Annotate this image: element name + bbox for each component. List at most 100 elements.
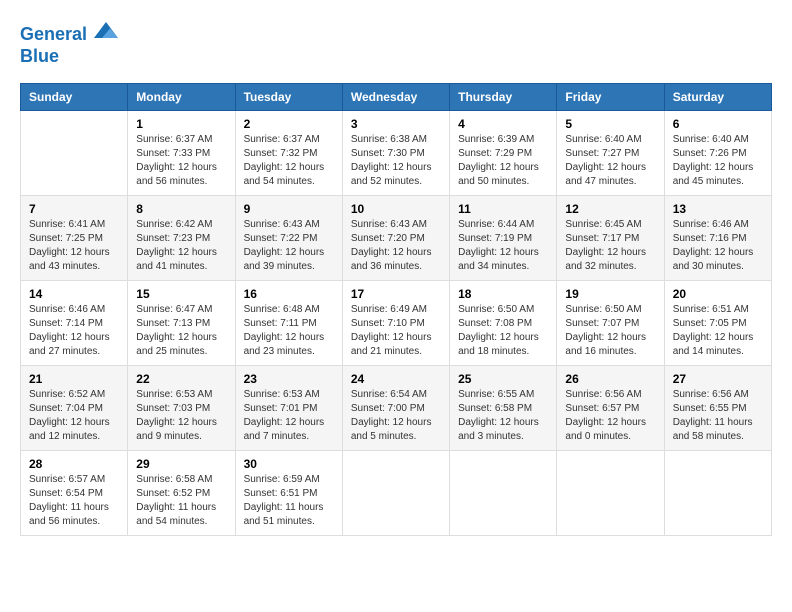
day-info: Sunrise: 6:45 AMSunset: 7:17 PMDaylight:… [565,218,655,274]
day-info: Sunrise: 6:37 AMSunset: 7:32 PMDaylight:… [244,133,334,189]
calendar-cell: 19 Sunrise: 6:50 AMSunset: 7:07 PMDayligh… [557,281,664,366]
day-info: Sunrise: 6:56 AMSunset: 6:55 PMDaylight:… [673,388,763,444]
calendar-cell: 4 Sunrise: 6:39 AMSunset: 7:29 PMDaylight… [450,111,557,196]
day-number: 10 [351,202,441,216]
day-number: 9 [244,202,334,216]
day-info: Sunrise: 6:44 AMSunset: 7:19 PMDaylight:… [458,218,548,274]
week-row-3: 14 Sunrise: 6:46 AMSunset: 7:14 PMDayligh… [21,281,772,366]
calendar-cell: 18 Sunrise: 6:50 AMSunset: 7:08 PMDayligh… [450,281,557,366]
day-number: 25 [458,372,548,386]
day-number: 21 [29,372,119,386]
day-number: 15 [136,287,226,301]
day-info: Sunrise: 6:58 AMSunset: 6:52 PMDaylight:… [136,473,226,529]
calendar-body: 1 Sunrise: 6:37 AMSunset: 7:33 PMDaylight… [21,111,772,536]
calendar-cell [342,451,449,536]
calendar-cell: 8 Sunrise: 6:42 AMSunset: 7:23 PMDaylight… [128,196,235,281]
weekday-header-sunday: Sunday [21,84,128,111]
logo: General Blue [20,20,118,67]
day-number: 28 [29,457,119,471]
day-info: Sunrise: 6:49 AMSunset: 7:10 PMDaylight:… [351,303,441,359]
day-number: 17 [351,287,441,301]
weekday-header-row: SundayMondayTuesdayWednesdayThursdayFrid… [21,84,772,111]
day-info: Sunrise: 6:40 AMSunset: 7:26 PMDaylight:… [673,133,763,189]
calendar-cell: 20Sunrise: 6:51 AMSunset: 7:05 PMDayligh… [664,281,771,366]
day-number: 11 [458,202,548,216]
day-info: Sunrise: 6:43 AMSunset: 7:22 PMDaylight:… [244,218,334,274]
calendar-cell [450,451,557,536]
day-info: Sunrise: 6:50 AMSunset: 7:07 PMDaylight:… [565,303,655,359]
calendar-cell: 10Sunrise: 6:43 AMSunset: 7:20 PMDayligh… [342,196,449,281]
day-info: Sunrise: 6:42 AMSunset: 7:23 PMDaylight:… [136,218,226,274]
logo-general: General [20,24,87,44]
day-number: 27 [673,372,763,386]
day-number: 18 [458,287,548,301]
calendar-cell: 30 Sunrise: 6:59 AMSunset: 6:51 PMDayligh… [235,451,342,536]
day-info: Sunrise: 6:50 AMSunset: 7:08 PMDaylight:… [458,303,548,359]
day-number: 30 [244,457,334,471]
calendar-cell: 2Sunrise: 6:37 AMSunset: 7:32 PMDaylight… [235,111,342,196]
day-number: 16 [244,287,334,301]
calendar-cell: 16 Sunrise: 6:48 AMSunset: 7:11 PMDayligh… [235,281,342,366]
calendar-cell [664,451,771,536]
day-info: Sunrise: 6:59 AMSunset: 6:51 PMDaylight:… [244,473,334,529]
header: General Blue [20,20,772,67]
day-info: Sunrise: 6:51 AMSunset: 7:05 PMDaylight:… [673,303,763,359]
calendar-cell: 24Sunrise: 6:54 AMSunset: 7:00 PMDayligh… [342,366,449,451]
weekday-header-wednesday: Wednesday [342,84,449,111]
calendar-cell: 12Sunrise: 6:45 AMSunset: 7:17 PMDayligh… [557,196,664,281]
logo-blue: Blue [20,46,59,66]
calendar-table: SundayMondayTuesdayWednesdayThursdayFrid… [20,83,772,536]
weekday-header-tuesday: Tuesday [235,84,342,111]
day-info: Sunrise: 6:53 AMSunset: 7:03 PMDaylight:… [136,388,226,444]
logo-icon [94,20,118,40]
day-number: 4 [458,117,548,131]
calendar-cell [21,111,128,196]
day-info: Sunrise: 6:54 AMSunset: 7:00 PMDaylight:… [351,388,441,444]
day-number: 7 [29,202,119,216]
calendar-cell: 17 Sunrise: 6:49 AMSunset: 7:10 PMDayligh… [342,281,449,366]
calendar-cell: 29 Sunrise: 6:58 AMSunset: 6:52 PMDayligh… [128,451,235,536]
calendar-cell: 23 Sunrise: 6:53 AMSunset: 7:01 PMDayligh… [235,366,342,451]
calendar-cell: 28 Sunrise: 6:57 AMSunset: 6:54 PMDayligh… [21,451,128,536]
day-number: 19 [565,287,655,301]
day-number: 3 [351,117,441,131]
day-number: 13 [673,202,763,216]
day-info: Sunrise: 6:46 AMSunset: 7:14 PMDaylight:… [29,303,119,359]
logo-text: General Blue [20,20,118,67]
day-number: 29 [136,457,226,471]
day-info: Sunrise: 6:37 AMSunset: 7:33 PMDaylight:… [136,133,226,189]
day-info: Sunrise: 6:53 AMSunset: 7:01 PMDaylight:… [244,388,334,444]
day-info: Sunrise: 6:48 AMSunset: 7:11 PMDaylight:… [244,303,334,359]
day-info: Sunrise: 6:52 AMSunset: 7:04 PMDaylight:… [29,388,119,444]
calendar-cell: 9 Sunrise: 6:43 AMSunset: 7:22 PMDaylight… [235,196,342,281]
week-row-2: 7 Sunrise: 6:41 AMSunset: 7:25 PMDaylight… [21,196,772,281]
calendar-cell: 3 Sunrise: 6:38 AMSunset: 7:30 PMDaylight… [342,111,449,196]
day-number: 14 [29,287,119,301]
weekday-header-monday: Monday [128,84,235,111]
calendar-cell: 21 Sunrise: 6:52 AMSunset: 7:04 PMDayligh… [21,366,128,451]
day-number: 22 [136,372,226,386]
calendar-cell: 22 Sunrise: 6:53 AMSunset: 7:03 PMDayligh… [128,366,235,451]
day-number: 23 [244,372,334,386]
calendar-cell: 11 Sunrise: 6:44 AMSunset: 7:19 PMDayligh… [450,196,557,281]
day-info: Sunrise: 6:55 AMSunset: 6:58 PMDaylight:… [458,388,548,444]
day-info: Sunrise: 6:47 AMSunset: 7:13 PMDaylight:… [136,303,226,359]
day-number: 26 [565,372,655,386]
weekday-header-thursday: Thursday [450,84,557,111]
weekday-header-saturday: Saturday [664,84,771,111]
calendar-header: SundayMondayTuesdayWednesdayThursdayFrid… [21,84,772,111]
day-info: Sunrise: 6:39 AMSunset: 7:29 PMDaylight:… [458,133,548,189]
calendar-cell: 5Sunrise: 6:40 AMSunset: 7:27 PMDaylight… [557,111,664,196]
day-number: 1 [136,117,226,131]
day-info: Sunrise: 6:56 AMSunset: 6:57 PMDaylight:… [565,388,655,444]
calendar-cell: 13Sunrise: 6:46 AMSunset: 7:16 PMDayligh… [664,196,771,281]
day-info: Sunrise: 6:57 AMSunset: 6:54 PMDaylight:… [29,473,119,529]
day-info: Sunrise: 6:38 AMSunset: 7:30 PMDaylight:… [351,133,441,189]
calendar-cell: 6Sunrise: 6:40 AMSunset: 7:26 PMDaylight… [664,111,771,196]
calendar-cell: 27 Sunrise: 6:56 AMSunset: 6:55 PMDayligh… [664,366,771,451]
calendar-cell: 7 Sunrise: 6:41 AMSunset: 7:25 PMDaylight… [21,196,128,281]
calendar-cell: 26 Sunrise: 6:56 AMSunset: 6:57 PMDayligh… [557,366,664,451]
day-number: 8 [136,202,226,216]
day-info: Sunrise: 6:40 AMSunset: 7:27 PMDaylight:… [565,133,655,189]
day-info: Sunrise: 6:41 AMSunset: 7:25 PMDaylight:… [29,218,119,274]
